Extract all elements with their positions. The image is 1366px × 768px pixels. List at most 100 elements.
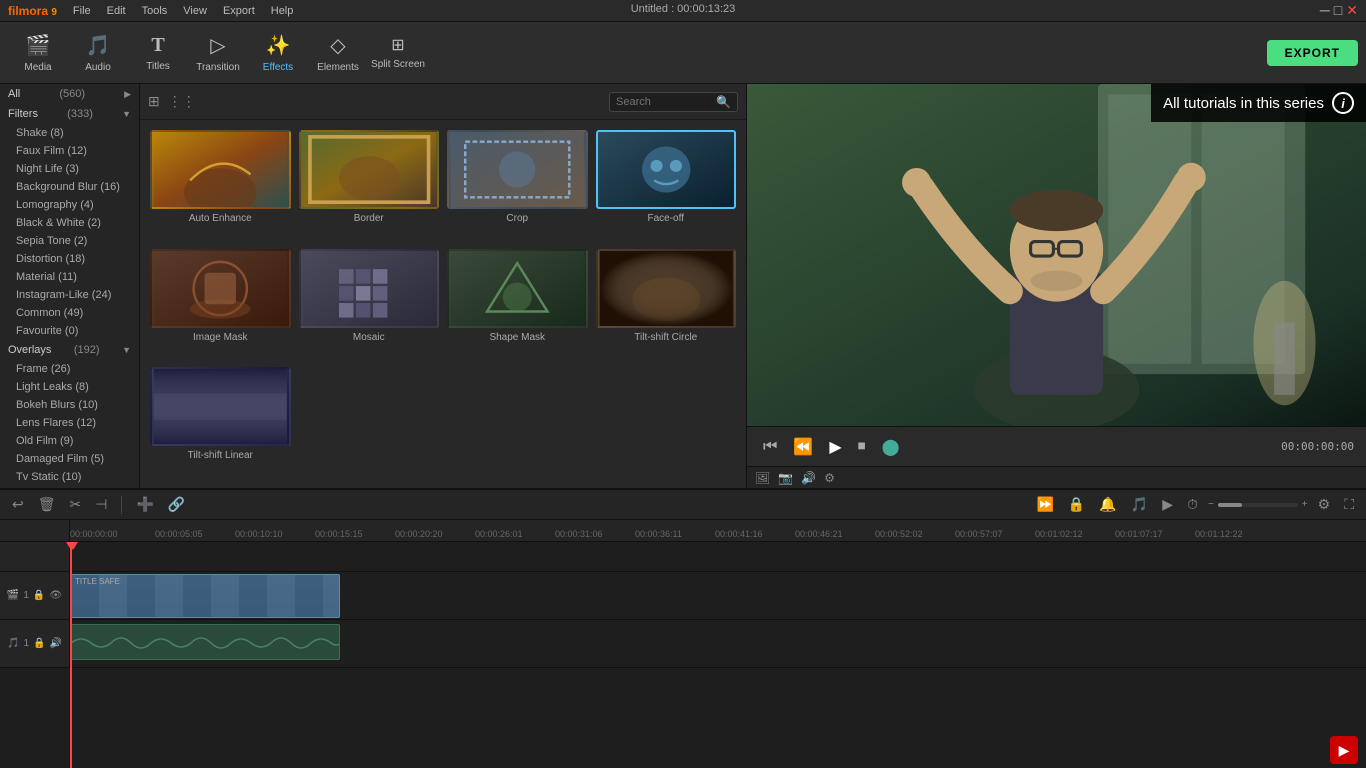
split-btn[interactable]: ⊣: [91, 494, 111, 515]
effect-face-off[interactable]: Face-off: [596, 130, 737, 241]
cut-btn[interactable]: ✂: [66, 494, 86, 515]
play-button[interactable]: ▶: [825, 435, 845, 459]
menu-help[interactable]: Help: [271, 5, 294, 17]
ruler-mark-5: 00:00:26:01: [475, 529, 523, 539]
settings-btn[interactable]: ⚙: [824, 471, 835, 485]
chevron-down-icon: ▼: [122, 109, 131, 119]
sidebar-filters[interactable]: Filters (333) ▼: [0, 104, 139, 124]
effect-auto-enhance[interactable]: Auto Enhance: [150, 130, 291, 241]
toolbar-media[interactable]: 🎬 Media: [8, 25, 68, 81]
audio-clip[interactable]: [70, 624, 340, 660]
sidebar-item-bokeh[interactable]: Bokeh Blurs (10): [0, 396, 139, 414]
sidebar-item-faux-film[interactable]: Faux Film (12): [0, 142, 139, 160]
play-begin-button[interactable]: ⏮: [759, 436, 781, 458]
settings-tl[interactable]: ⚙: [1314, 494, 1335, 515]
lock-icon[interactable]: 🔒: [33, 590, 45, 601]
music-tl[interactable]: 🎵: [1127, 494, 1152, 515]
toolbar-transition-label: Transition: [196, 62, 240, 73]
stop-button[interactable]: ⏹: [854, 436, 870, 458]
sidebar-item-favourite[interactable]: Favourite (0): [0, 322, 139, 340]
clock-tl[interactable]: ⏱: [1183, 494, 1202, 515]
maximize-btn[interactable]: □: [1334, 2, 1342, 19]
common-label: Common (49): [16, 307, 83, 319]
effect-image-mask[interactable]: Image Mask: [150, 249, 291, 360]
delete-btn[interactable]: 🗑: [34, 494, 60, 515]
sidebar-item-instagram[interactable]: Instagram-Like (24): [0, 286, 139, 304]
ruler-mark-12: 00:01:02:12: [1035, 529, 1083, 539]
toolbar-elements[interactable]: ◇ Elements: [308, 25, 368, 81]
info-icon[interactable]: i: [1332, 92, 1354, 114]
undo-btn[interactable]: ↩: [8, 494, 28, 515]
sidebar-all[interactable]: All (560) ▶: [0, 84, 139, 104]
menu-view[interactable]: View: [183, 5, 207, 17]
elements-icon: ◇: [330, 33, 345, 58]
main-area: All (560) ▶ Filters (333) ▼ Shake (8) Fa…: [0, 84, 1366, 488]
camera-btn[interactable]: 📷: [778, 471, 793, 485]
effect-tilt-shift-linear[interactable]: Tilt-shift Linear: [150, 367, 291, 478]
effect-mosaic-label: Mosaic: [353, 332, 385, 343]
sidebar-overlays[interactable]: Overlays (192) ▼: [0, 340, 139, 360]
video-track-content[interactable]: TITLE SAFE: [70, 572, 1366, 619]
sidebar-item-sepia[interactable]: Sepia Tone (2): [0, 232, 139, 250]
sidebar-item-frame[interactable]: Frame (26): [0, 360, 139, 378]
menu-tools[interactable]: Tools: [142, 5, 168, 17]
sidebar-item-lomography[interactable]: Lomography (4): [0, 196, 139, 214]
video-clip[interactable]: TITLE SAFE: [70, 574, 340, 618]
toolbar-transition[interactable]: ▷ Transition: [188, 25, 248, 81]
sidebar-item-bw[interactable]: Black & White (2): [0, 214, 139, 232]
sidebar-item-view-finder[interactable]: View Finder (7): [0, 486, 139, 488]
audio-track-content[interactable]: [70, 620, 1366, 667]
render-tl[interactable]: ▶: [1158, 494, 1177, 515]
sidebar-item-shake[interactable]: Shake (8): [0, 124, 139, 142]
search-box[interactable]: 🔍: [609, 92, 738, 112]
sidebar-item-material[interactable]: Material (11): [0, 268, 139, 286]
bell-tl[interactable]: 🔔: [1095, 494, 1120, 515]
volume-btn[interactable]: 🔊: [801, 471, 816, 485]
menu-export[interactable]: Export: [223, 5, 255, 17]
search-input[interactable]: [616, 96, 716, 108]
fast-forward-tl[interactable]: ⏩: [1032, 494, 1057, 515]
menu-file[interactable]: File: [73, 5, 91, 17]
lock-tl[interactable]: 🔒: [1064, 494, 1089, 515]
sidebar-item-distortion[interactable]: Distortion (18): [0, 250, 139, 268]
sidebar-item-light-leaks[interactable]: Light Leaks (8): [0, 378, 139, 396]
sidebar-item-lens-flares[interactable]: Lens Flares (12): [0, 414, 139, 432]
rewind-button[interactable]: ⏪: [789, 435, 817, 459]
sidebar-item-old-film[interactable]: Old Film (9): [0, 432, 139, 450]
effect-shape-mask[interactable]: Shape Mask: [447, 249, 588, 360]
all-tutorials-badge[interactable]: All tutorials in this series i: [1151, 84, 1366, 122]
sidebar-item-common[interactable]: Common (49): [0, 304, 139, 322]
screenshot-btn[interactable]: 🖼: [755, 471, 770, 485]
filmora-corner-btn[interactable]: ▶: [1330, 736, 1358, 764]
toolbar-effects[interactable]: ✨ Effects: [248, 25, 308, 81]
sidebar-item-night-life[interactable]: Night Life (3): [0, 160, 139, 178]
audio-lock-icon[interactable]: 🔒: [33, 638, 45, 649]
link-btn[interactable]: 🔗: [164, 494, 189, 515]
record-button[interactable]: ⬤: [878, 435, 904, 459]
timeline-ruler[interactable]: 00:00:00:00 00:00:05:05 00:00:10:10 00:0…: [70, 520, 1366, 541]
audio-volume-icon[interactable]: 🔊: [50, 638, 62, 649]
export-button[interactable]: EXPORT: [1267, 40, 1358, 66]
expand-tl[interactable]: ⛶: [1340, 494, 1358, 515]
menu-edit[interactable]: Edit: [107, 5, 126, 17]
toolbar-split-screen[interactable]: ⊞ Split Screen: [368, 25, 428, 81]
toolbar-audio[interactable]: 🎵 Audio: [68, 25, 128, 81]
sidebar-item-bg-blur[interactable]: Background Blur (16): [0, 178, 139, 196]
ruler-mark-2: 00:00:10:10: [235, 529, 283, 539]
add-media-btn[interactable]: ➕: [132, 494, 157, 515]
toolbar-titles[interactable]: T Titles: [128, 25, 188, 81]
sidebar-item-tv-static[interactable]: Tv Static (10): [0, 468, 139, 486]
zoom-slider[interactable]: [1218, 503, 1298, 507]
minimize-btn[interactable]: ─: [1320, 2, 1330, 19]
sidebar-item-damaged-film[interactable]: Damaged Film (5): [0, 450, 139, 468]
effect-crop[interactable]: Crop: [447, 130, 588, 241]
effect-border[interactable]: Border: [299, 130, 440, 241]
effect-mosaic[interactable]: Mosaic: [299, 249, 440, 360]
toolbar-split-screen-label: Split Screen: [371, 59, 425, 70]
audio-track-number: 1: [23, 638, 29, 649]
audio-icon: 🎵: [86, 33, 111, 58]
eye-icon[interactable]: 👁: [49, 590, 62, 601]
track-empty-content[interactable]: [70, 542, 1366, 571]
effect-tilt-shift-circle[interactable]: Tilt-shift Circle: [596, 249, 737, 360]
close-btn[interactable]: ✕: [1346, 2, 1358, 19]
